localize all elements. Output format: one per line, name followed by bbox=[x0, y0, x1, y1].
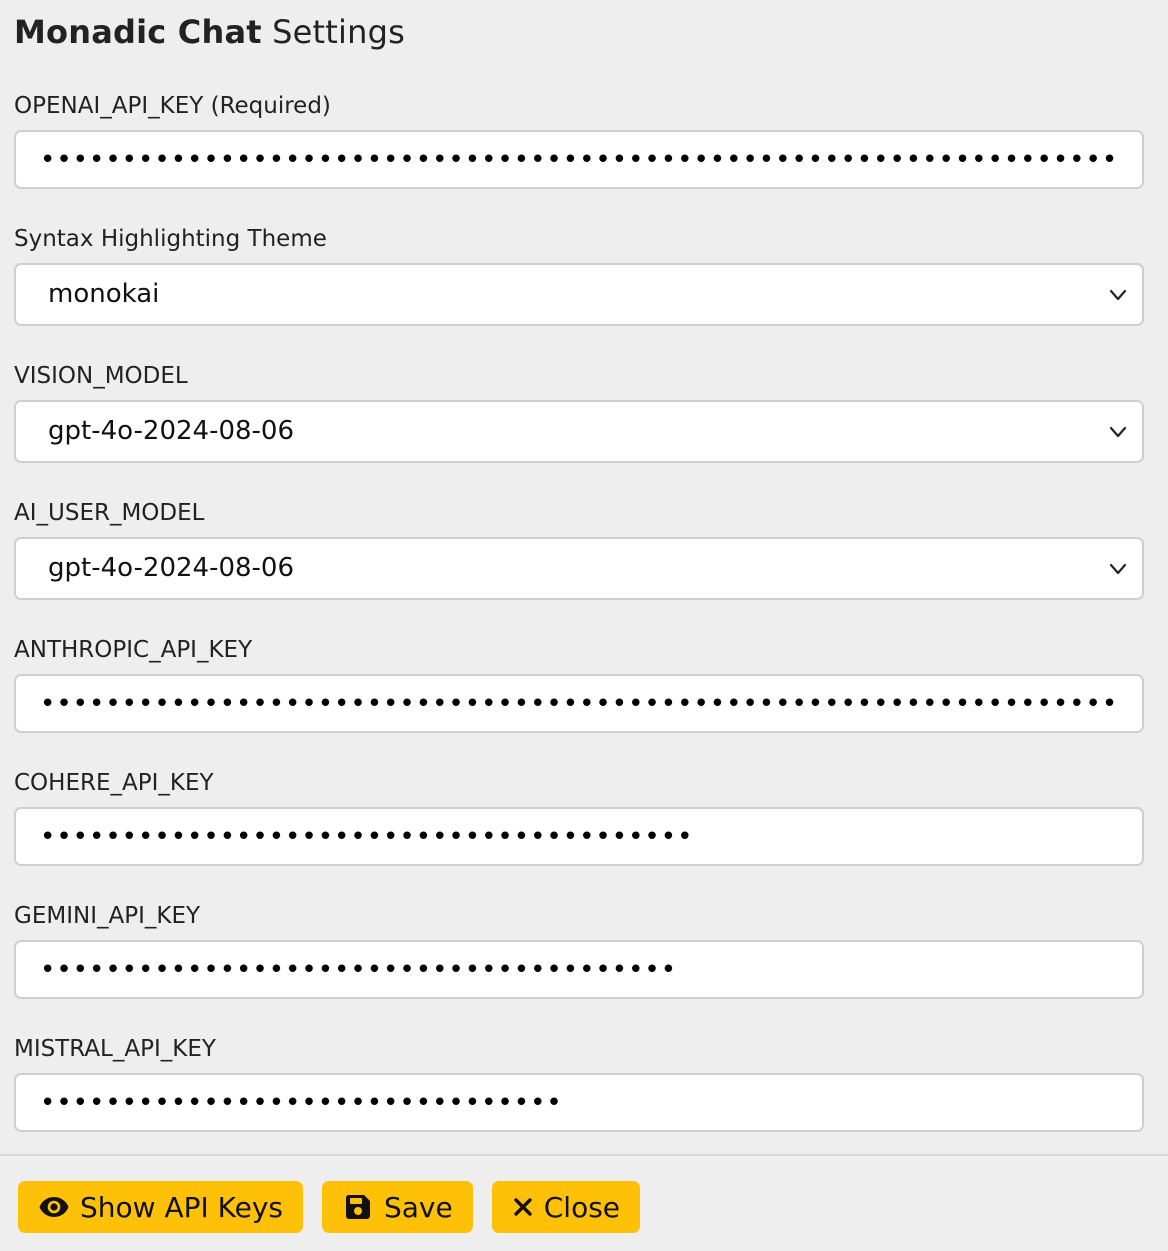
openai-api-key-input[interactable] bbox=[14, 130, 1144, 189]
mistral-api-key-input[interactable] bbox=[14, 1073, 1144, 1132]
cohere-api-key-input[interactable] bbox=[14, 807, 1144, 866]
close-button[interactable]: Close bbox=[491, 1181, 641, 1233]
openai-api-key-label: OPENAI_API_KEY (Required) bbox=[14, 93, 331, 119]
save-button[interactable]: Save bbox=[322, 1181, 473, 1233]
anthropic-api-key-label: ANTHROPIC_API_KEY bbox=[14, 637, 253, 663]
show-api-keys-label: Show API Keys bbox=[80, 1190, 283, 1224]
cohere-api-key-field: COHERE_API_KEY bbox=[14, 765, 1144, 866]
anthropic-api-key-input[interactable] bbox=[14, 674, 1144, 733]
vision-model-field: VISION_MODEL gpt-4o-2024-08-06 bbox=[14, 358, 1144, 463]
floppy-disk-icon bbox=[342, 1191, 374, 1223]
footer-divider bbox=[0, 1154, 1168, 1156]
gemini-api-key-field: GEMINI_API_KEY bbox=[14, 898, 1144, 999]
ai-user-model-select[interactable]: gpt-4o-2024-08-06 bbox=[14, 537, 1144, 600]
vision-model-select[interactable]: gpt-4o-2024-08-06 bbox=[14, 400, 1144, 463]
mistral-api-key-field: MISTRAL_API_KEY bbox=[14, 1031, 1144, 1132]
gemini-api-key-label: GEMINI_API_KEY bbox=[14, 903, 201, 929]
syntax-theme-label: Syntax Highlighting Theme bbox=[14, 226, 327, 252]
ai-user-model-label: AI_USER_MODEL bbox=[14, 500, 205, 526]
save-label: Save bbox=[384, 1190, 453, 1224]
cohere-api-key-label: COHERE_API_KEY bbox=[14, 770, 214, 796]
ai-user-model-field: AI_USER_MODEL gpt-4o-2024-08-06 bbox=[14, 495, 1144, 600]
app-name: Monadic Chat bbox=[14, 13, 262, 51]
anthropic-api-key-field: ANTHROPIC_API_KEY bbox=[14, 632, 1144, 733]
x-icon bbox=[512, 1191, 534, 1223]
chevron-down-icon bbox=[1109, 563, 1127, 575]
eye-icon bbox=[38, 1191, 70, 1223]
page-title: Monadic Chat Settings bbox=[14, 12, 405, 52]
close-label: Close bbox=[543, 1190, 621, 1224]
syntax-theme-select[interactable]: monokai bbox=[14, 263, 1144, 326]
gemini-api-key-input[interactable] bbox=[14, 940, 1144, 999]
openai-api-key-field: OPENAI_API_KEY (Required) bbox=[14, 88, 1144, 189]
modal-footer: Show API Keys Save Close bbox=[18, 1181, 659, 1233]
chevron-down-icon bbox=[1109, 426, 1127, 438]
syntax-theme-field: Syntax Highlighting Theme monokai bbox=[14, 221, 1144, 326]
settings-form: OPENAI_API_KEY (Required) Syntax Highlig… bbox=[14, 88, 1144, 1164]
mistral-api-key-label: MISTRAL_API_KEY bbox=[14, 1036, 216, 1062]
vision-model-label: VISION_MODEL bbox=[14, 363, 188, 389]
page-title-suffix: Settings bbox=[272, 13, 405, 51]
show-api-keys-button[interactable]: Show API Keys bbox=[18, 1181, 303, 1233]
chevron-down-icon bbox=[1109, 289, 1127, 301]
